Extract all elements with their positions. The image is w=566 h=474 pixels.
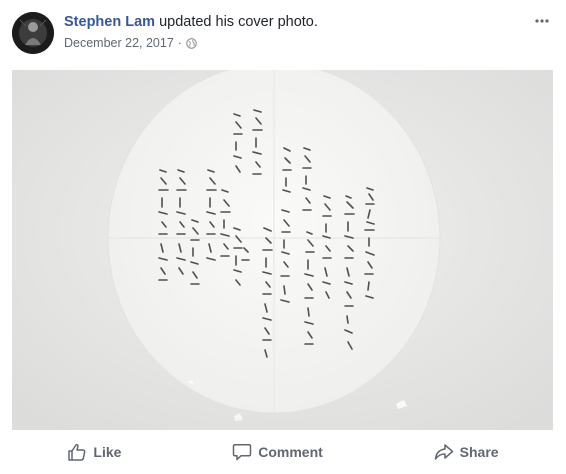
post-meta: Stephen Lam updated his cover photo. Dec…: [64, 14, 318, 50]
post-headline: Stephen Lam updated his cover photo.: [64, 14, 318, 30]
post-action-text: updated his cover photo.: [155, 14, 318, 30]
post-date-link[interactable]: December 22, 2017: [64, 36, 174, 50]
post-action-bar: Like Comment Share: [12, 432, 554, 472]
share-arrow-icon: [434, 444, 453, 460]
author-avatar[interactable]: [12, 12, 54, 54]
comment-button[interactable]: Comment: [222, 437, 333, 467]
more-options-button[interactable]: [530, 12, 554, 30]
share-label: Share: [459, 444, 499, 460]
cover-photo-image: [12, 70, 553, 430]
more-options-icon: [535, 19, 549, 23]
comment-label: Comment: [258, 444, 323, 460]
thumbs-up-icon: [68, 443, 86, 461]
cover-photo[interactable]: [12, 70, 553, 430]
share-button[interactable]: Share: [424, 437, 509, 467]
avatar-image: [12, 12, 54, 54]
date-separator: ·: [177, 36, 182, 50]
like-button[interactable]: Like: [57, 437, 131, 467]
comment-bubble-icon: [233, 444, 252, 461]
like-label: Like: [93, 444, 122, 460]
globe-icon[interactable]: [186, 37, 197, 49]
feed-post: Stephen Lam updated his cover photo. Dec…: [0, 0, 566, 474]
post-subline: December 22, 2017 ·: [64, 36, 318, 50]
post-header: Stephen Lam updated his cover photo. Dec…: [12, 10, 554, 58]
author-name-link[interactable]: Stephen Lam: [64, 14, 155, 30]
